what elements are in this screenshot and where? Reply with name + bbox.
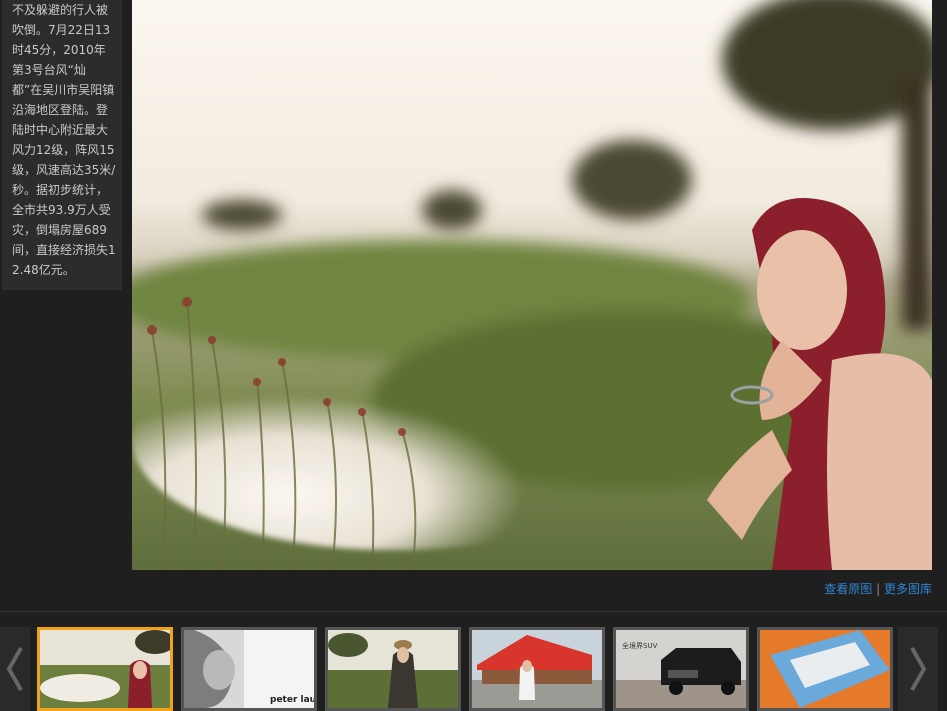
view-original-link[interactable]: 查看原图 bbox=[824, 582, 872, 596]
divider bbox=[0, 611, 947, 612]
main-photo[interactable] bbox=[132, 0, 932, 570]
thumbnail-5[interactable]: 全境界SUV bbox=[613, 627, 749, 711]
thumbnail-6[interactable] bbox=[757, 627, 893, 711]
chevron-right-icon bbox=[910, 647, 927, 691]
chevron-left-icon bbox=[6, 647, 23, 691]
next-button[interactable] bbox=[898, 627, 938, 711]
thumbnail-4[interactable] bbox=[469, 627, 605, 711]
thumbnail-1[interactable] bbox=[37, 627, 173, 711]
thumbnail-5-caption: 全境界SUV bbox=[622, 641, 658, 650]
photo-description-text: 不及躲避的行人被吹倒。7月22日13时45分，2010年第3号台风“灿都”在吴川… bbox=[12, 3, 116, 277]
link-separator: | bbox=[872, 582, 884, 596]
thumbnail-2-caption: peter lau bbox=[270, 695, 314, 705]
prev-button[interactable] bbox=[0, 627, 30, 711]
photo-description-panel: 不及躲避的行人被吹倒。7月22日13时45分，2010年第3号台风“灿都”在吴川… bbox=[2, 0, 122, 290]
photo-links: 查看原图 | 更多图库 bbox=[824, 580, 932, 597]
thumbnail-2[interactable]: peter lau bbox=[181, 627, 317, 711]
thumbnail-strip: peter lau 全境界SUV bbox=[0, 627, 947, 711]
more-galleries-link[interactable]: 更多图库 bbox=[884, 582, 932, 596]
thumbnail-3[interactable] bbox=[325, 627, 461, 711]
